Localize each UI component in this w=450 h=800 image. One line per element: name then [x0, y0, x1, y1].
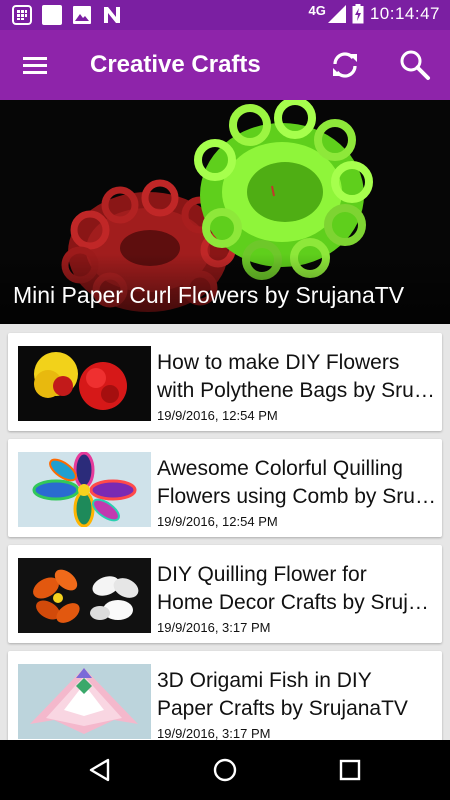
- video-thumbnail: [18, 558, 151, 633]
- status-bar-system: 4G 10:14:47: [308, 2, 440, 24]
- n-logo-icon: [104, 7, 120, 23]
- video-title: 3D Origami Fish in DIY Paper Crafts by S…: [157, 667, 437, 723]
- blank-square-icon: [42, 5, 62, 25]
- video-title-line: Flowers using Comb by SrujanaTV: [157, 485, 437, 508]
- video-card[interactable]: DIY Quilling Flower for Home Decor Craft…: [8, 545, 442, 643]
- app-title: Creative Crafts: [90, 51, 261, 78]
- app-bar: Creative Crafts: [0, 30, 450, 100]
- signal-icon: [327, 5, 346, 23]
- status-bar: 4G 10:14:47: [0, 0, 450, 30]
- back-icon[interactable]: [84, 755, 114, 785]
- featured-video[interactable]: Mini Paper Curl Flowers by SrujanaTV: [0, 100, 450, 324]
- video-title-line: Paper Crafts by SrujanaTV: [157, 697, 408, 720]
- navigation-bar: [0, 740, 450, 800]
- video-card[interactable]: Awesome Colorful Quilling Flowers using …: [8, 439, 442, 537]
- clock: 10:14:47: [369, 4, 440, 23]
- home-icon[interactable]: [210, 755, 240, 785]
- notification-grid-icon: [12, 5, 32, 25]
- recents-icon[interactable]: [335, 755, 365, 785]
- network-type: 4G: [308, 2, 326, 18]
- video-title: How to make DIY Flowers with Polythene B…: [157, 349, 437, 405]
- video-title-line: DIY Quilling Flower for: [157, 563, 367, 586]
- video-date: 19/9/2016, 3:17 PM: [157, 726, 271, 740]
- menu-icon[interactable]: [20, 52, 50, 78]
- video-title-line: Awesome Colorful Quilling: [157, 457, 403, 480]
- video-title-line: 3D Origami Fish in DIY: [157, 669, 372, 692]
- video-thumbnail: [18, 664, 151, 739]
- video-date: 19/9/2016, 12:54 PM: [157, 408, 278, 423]
- video-title: DIY Quilling Flower for Home Decor Craft…: [157, 561, 437, 617]
- image-icon: [73, 6, 91, 24]
- video-card[interactable]: How to make DIY Flowers with Polythene B…: [8, 333, 442, 431]
- status-bar-notifications: [12, 5, 122, 25]
- video-thumbnail: [18, 452, 151, 527]
- video-date: 19/9/2016, 12:54 PM: [157, 514, 278, 529]
- video-date: 19/9/2016, 3:17 PM: [157, 620, 271, 635]
- video-thumbnail: [18, 346, 151, 421]
- video-title: Awesome Colorful Quilling Flowers using …: [157, 455, 437, 511]
- search-icon[interactable]: [398, 48, 432, 82]
- featured-title[interactable]: Mini Paper Curl Flowers by SrujanaTV: [13, 282, 404, 309]
- video-list[interactable]: How to make DIY Flowers with Polythene B…: [0, 324, 450, 740]
- battery-charging-icon: [352, 4, 364, 24]
- refresh-icon[interactable]: [328, 48, 362, 82]
- video-title-line: with Polythene Bags by Srujana: [157, 379, 437, 402]
- video-card[interactable]: 3D Origami Fish in DIY Paper Crafts by S…: [8, 651, 442, 740]
- video-title-line: Home Decor Crafts by SrujanaTV: [157, 591, 437, 614]
- video-title-line: How to make DIY Flowers: [157, 351, 400, 374]
